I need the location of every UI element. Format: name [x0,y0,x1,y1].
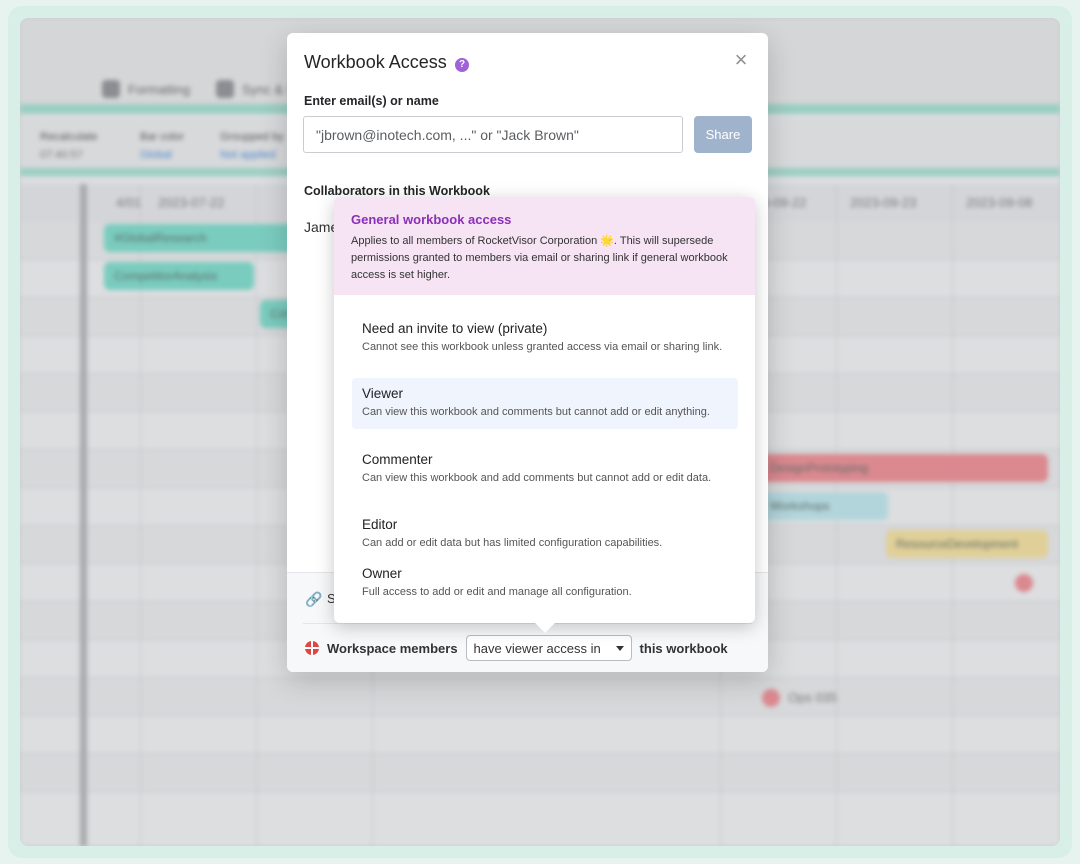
modal-title: Workbook Access [304,52,447,72]
share-button[interactable]: Share [694,116,752,153]
email-input[interactable] [303,116,683,153]
footer-divider [303,623,752,624]
option-description: Can view this workbook and add comments … [362,472,712,484]
option-title: Commenter [362,452,433,467]
option-title: Need an invite to view (private) [362,321,548,336]
chevron-down-icon [615,645,624,651]
option-title: Owner [362,566,402,581]
option-commenter[interactable]: Commenter Can view this workbook and add… [352,444,738,495]
option-private[interactable]: Need an invite to view (private) Cannot … [352,313,738,364]
option-owner[interactable]: Owner Full access to add or edit and man… [352,558,738,609]
option-description: Can view this workbook and comments but … [362,406,710,418]
general-access-dropdown: General workbook access Applies to all m… [334,197,755,633]
dropdown-header: General workbook access Applies to all m… [334,197,755,295]
workspace-access-row: Workspace members have viewer access in … [305,635,728,661]
access-level-value: have viewer access in [473,640,601,656]
close-icon[interactable]: × [731,49,751,71]
option-viewer[interactable]: Viewer Can view this workbook and commen… [352,378,738,429]
workspace-members-label: Workspace members [327,640,458,656]
option-description: Full access to add or edit and manage al… [362,586,632,598]
link-icon: 🔗 [305,590,323,607]
access-level-select[interactable]: have viewer access in [465,635,632,661]
workspace-suffix: this workbook [639,640,728,656]
sharing-link-row[interactable]: 🔗 S [305,591,336,606]
email-label: Enter email(s) or name [304,94,439,108]
help-icon[interactable]: ? [455,58,469,72]
option-description: Can add or edit data but has limited con… [362,537,663,549]
dropdown-title: General workbook access [351,212,512,227]
globe-icon [305,641,319,655]
option-title: Viewer [362,386,404,401]
dropdown-description: Applies to all members of RocketVisor Co… [351,235,728,281]
option-title: Editor [362,517,398,532]
option-editor[interactable]: Editor Can add or edit data but has limi… [352,509,738,560]
collaborators-label: Collaborators in this Workbook [304,184,490,198]
option-description: Cannot see this workbook unless granted … [362,341,723,353]
